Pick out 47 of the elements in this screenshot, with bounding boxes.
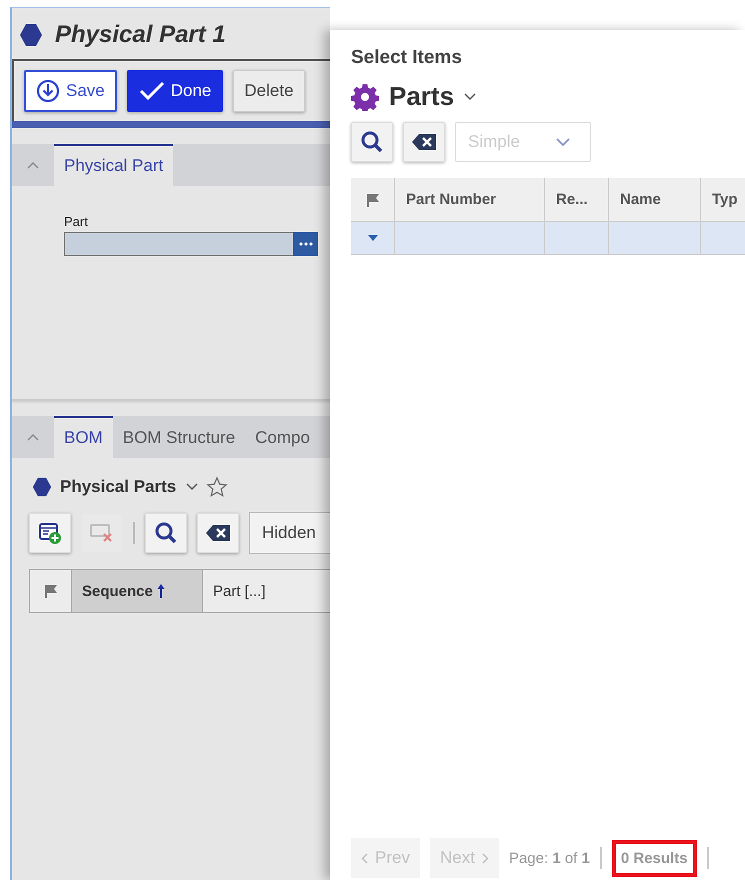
column-header[interactable]: Re... bbox=[545, 178, 609, 221]
done-button[interactable]: Done bbox=[126, 70, 224, 112]
record-title: Physical Part 1 bbox=[55, 21, 226, 49]
clear-button[interactable] bbox=[403, 122, 445, 162]
column-header[interactable]: Part [...] bbox=[203, 570, 330, 612]
more-button[interactable] bbox=[293, 232, 318, 256]
hexagon-icon bbox=[32, 477, 52, 497]
more-dots-icon bbox=[298, 242, 312, 246]
view-title: Physical Parts bbox=[60, 477, 176, 497]
results-count: 0 Results bbox=[612, 840, 697, 876]
section-tab[interactable]: BOM Structure bbox=[112, 416, 246, 458]
delete-button[interactable]: Delete bbox=[233, 70, 305, 112]
page-info: Page: 1 of 1 bbox=[508, 850, 590, 866]
filter-dropdown[interactable]: Hidden bbox=[249, 512, 330, 554]
remove-row-icon bbox=[89, 522, 115, 544]
item-type-title: Parts bbox=[389, 81, 454, 112]
save-button[interactable]: Save bbox=[24, 70, 117, 112]
clear-button[interactable] bbox=[197, 513, 239, 553]
section-tab[interactable]: Compo bbox=[245, 416, 320, 458]
column-header[interactable]: Name bbox=[609, 178, 701, 221]
gear-icon bbox=[351, 82, 379, 110]
chevron-down-icon[interactable] bbox=[186, 483, 198, 491]
add-button[interactable] bbox=[29, 513, 71, 553]
add-list-icon bbox=[38, 521, 62, 545]
dialog-title: Select Items bbox=[351, 47, 463, 69]
download-circle-icon bbox=[36, 79, 60, 103]
column-header[interactable]: Sequence bbox=[72, 570, 203, 612]
hexagon-icon bbox=[19, 23, 43, 47]
chevron-right-icon bbox=[482, 852, 489, 864]
section-tab[interactable]: BOM bbox=[54, 416, 113, 458]
search-icon bbox=[154, 521, 178, 545]
check-icon bbox=[138, 80, 165, 102]
part-field[interactable] bbox=[64, 232, 293, 256]
column-header[interactable]: Typ bbox=[701, 178, 745, 221]
backspace-icon bbox=[411, 133, 437, 151]
search-icon bbox=[360, 130, 384, 154]
section-tab[interactable]: Physical Part bbox=[54, 144, 174, 186]
chevron-left-icon bbox=[361, 852, 368, 864]
search-button[interactable] bbox=[145, 513, 187, 553]
star-icon[interactable] bbox=[206, 476, 228, 498]
sort-arrow-icon bbox=[156, 583, 165, 599]
column-header[interactable]: Part Number bbox=[395, 178, 545, 221]
search-button[interactable] bbox=[351, 122, 393, 162]
chevron-down-icon[interactable] bbox=[464, 92, 476, 100]
chevron-down-icon bbox=[556, 138, 570, 146]
field-label: Part bbox=[64, 214, 89, 229]
backspace-icon bbox=[205, 524, 231, 542]
